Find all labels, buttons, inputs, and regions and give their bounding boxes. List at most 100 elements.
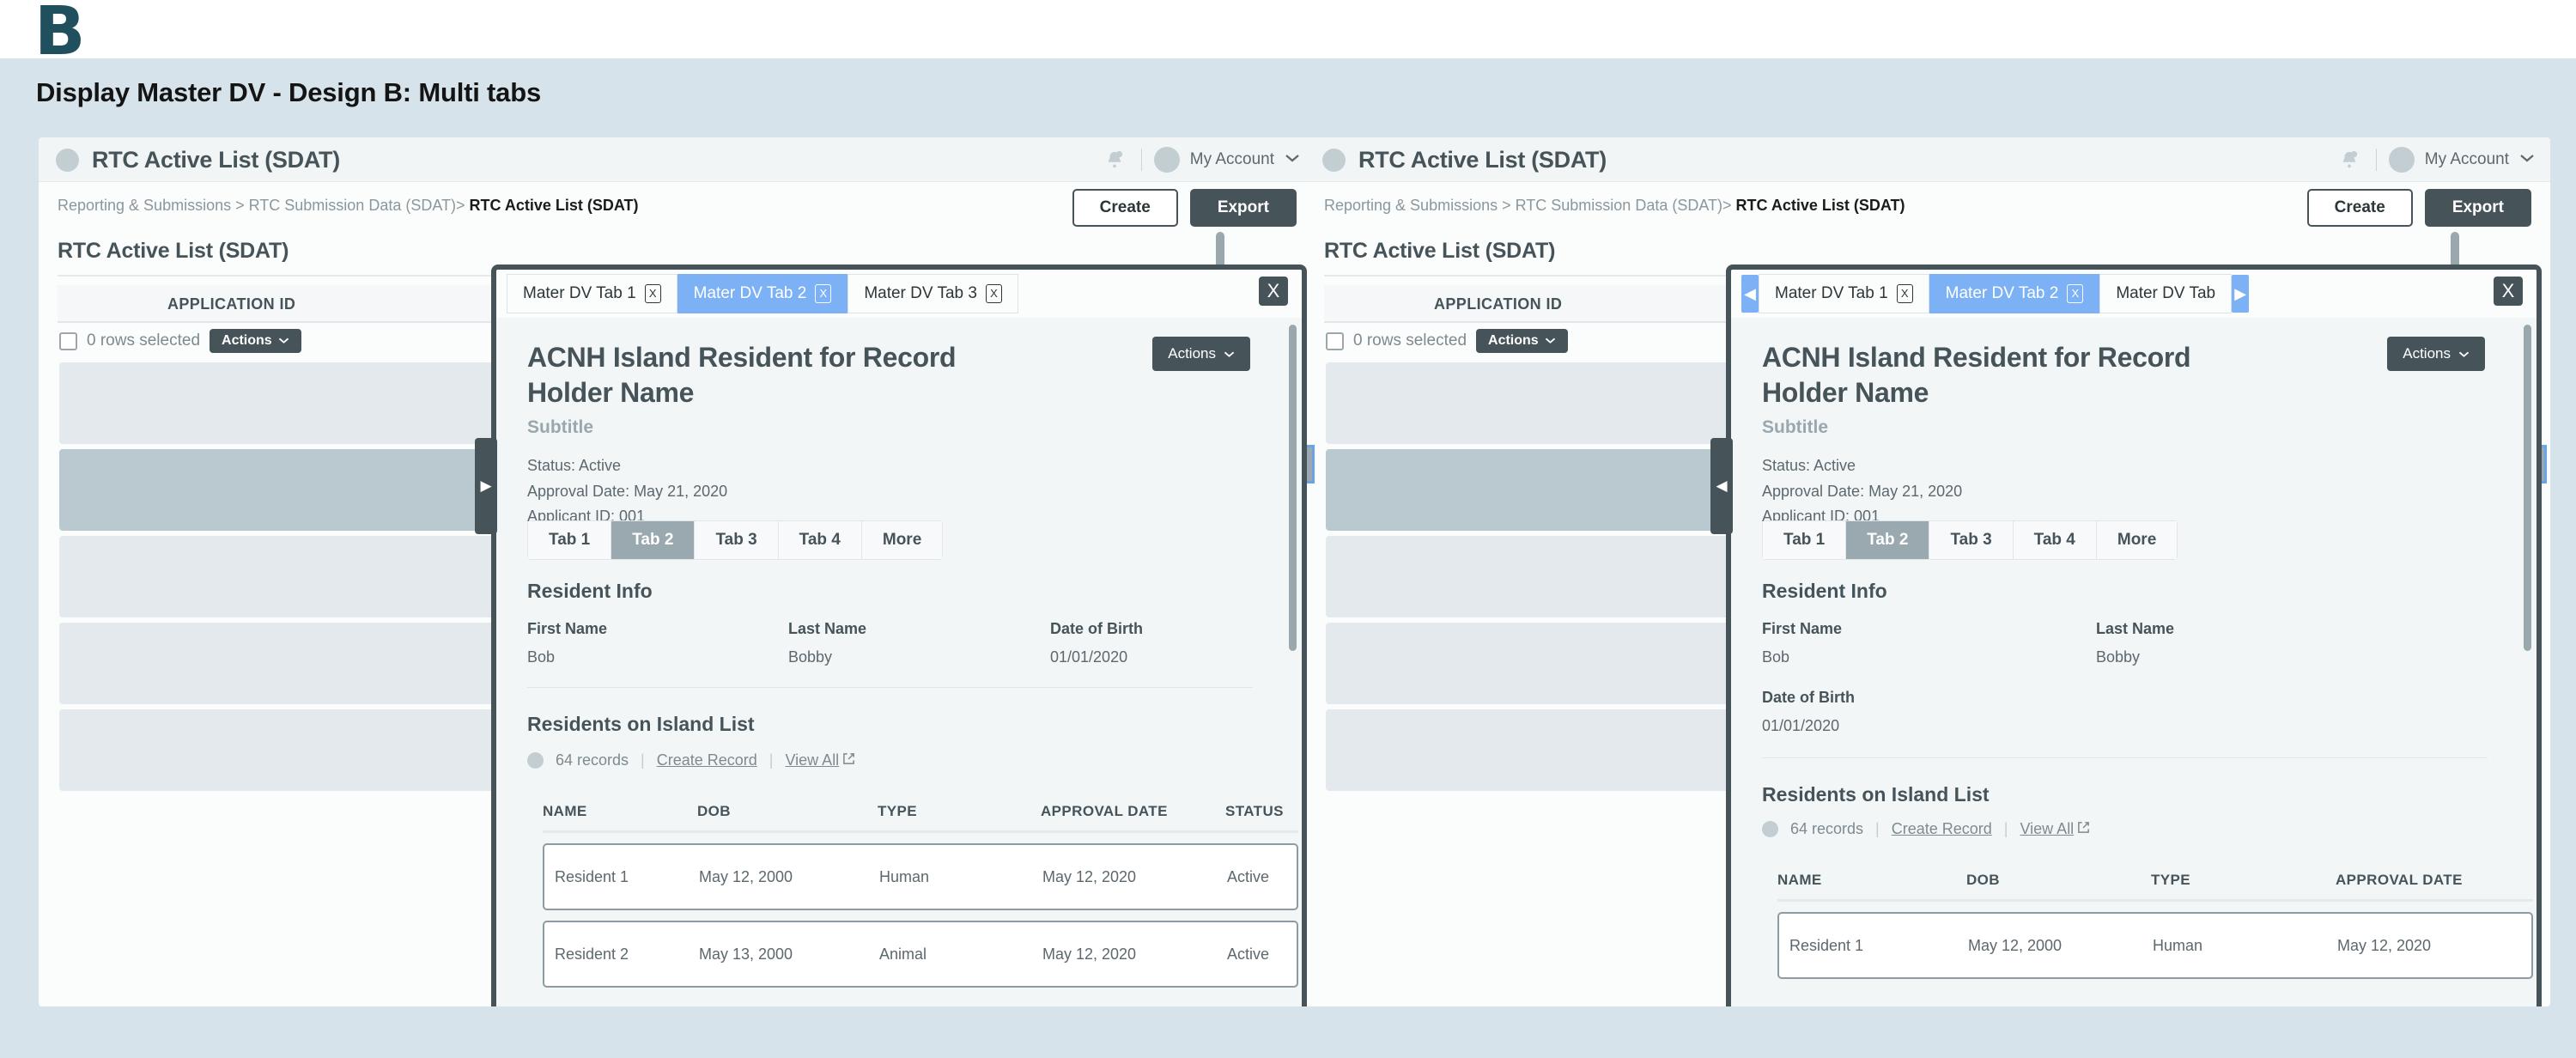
column-header-name[interactable]: NAME — [543, 803, 697, 820]
close-icon[interactable]: X — [2067, 284, 2084, 303]
field-first-name-value: Bob — [1762, 648, 1790, 666]
list-actions-button[interactable]: Actions — [210, 329, 301, 353]
view-all-link[interactable]: View All — [785, 751, 839, 769]
tab-2[interactable]: Tab 2 — [611, 521, 696, 559]
create-button[interactable]: Create — [2306, 189, 2413, 227]
create-button[interactable]: Create — [1072, 189, 1178, 227]
app-window-left: RTC Active List (SDAT) My Account Report… — [39, 137, 1315, 1006]
column-header-approval-date[interactable]: APPROVAL DATE — [2336, 872, 2520, 889]
app-window-right: RTC Active List (SDAT) My Account Report… — [1305, 137, 2550, 1006]
dv-modal-close-button[interactable]: X — [2494, 277, 2523, 306]
tab-more[interactable]: More — [861, 521, 943, 559]
chevron-down-icon[interactable] — [1285, 152, 1300, 167]
close-icon[interactable]: X — [644, 284, 661, 303]
app-logo-icon — [1322, 149, 1346, 172]
external-link-icon[interactable] — [2077, 820, 2090, 838]
separator: | — [2003, 820, 2008, 837]
field-first-name: First Name Bob — [527, 620, 725, 666]
close-icon[interactable]: X — [985, 284, 1002, 303]
export-button[interactable]: Export — [2424, 189, 2531, 227]
record-count-label: 64 records — [556, 751, 629, 769]
tab-scroll-right-button[interactable]: ▶ — [2232, 275, 2250, 313]
tab-1[interactable]: Tab 1 — [1763, 521, 1847, 559]
create-record-link[interactable]: Create Record — [657, 751, 757, 769]
close-icon[interactable]: X — [1896, 284, 1913, 303]
export-button[interactable]: Export — [1189, 189, 1297, 227]
record-actions-button[interactable]: Actions — [1152, 337, 1250, 371]
tab-2[interactable]: Tab 2 — [1846, 521, 1930, 559]
field-last-name-value: Bobby — [788, 648, 833, 666]
breadcrumb-bar: Reporting & Submissions > RTC Submission… — [39, 182, 1315, 232]
list-select-bar: 0 rows selected Actions — [59, 329, 301, 353]
dv-tab-strip: Mater DV Tab 1 X Mater DV Tab 2 X Mater … — [496, 270, 1302, 318]
table-row[interactable]: Resident 2 May 13, 2000 Animal May 12, 2… — [543, 921, 1298, 988]
separator: | — [1875, 820, 1880, 837]
record-actions-label: Actions — [1168, 345, 1216, 362]
dv-tab-1[interactable]: Mater DV Tab 1 X — [507, 274, 677, 313]
dv-tab-2-label: Mater DV Tab 2 — [693, 284, 807, 302]
dv-tab-2[interactable]: Mater DV Tab 2 X — [677, 274, 848, 313]
tab-3[interactable]: Tab 3 — [1929, 521, 2014, 559]
cell-dob: May 12, 2000 — [699, 867, 793, 885]
panel-collapse-handle[interactable]: ▶ — [475, 438, 497, 534]
tab-scroll-left-button[interactable]: ◀ — [1741, 275, 1759, 313]
separator: | — [769, 751, 774, 769]
select-all-checkbox[interactable] — [59, 331, 77, 350]
notification-bell-icon[interactable] — [1100, 145, 1129, 174]
field-first-name-label: First Name — [1762, 620, 1843, 637]
breadcrumb-current: RTC Active List (SDAT) — [1735, 197, 1905, 214]
table-row[interactable]: Resident 1 May 12, 2000 Human May 12, 20… — [543, 843, 1298, 910]
column-header-dob[interactable]: DOB — [1966, 872, 2151, 889]
dv-tab-2[interactable]: Mater DV Tab 2 X — [1929, 274, 2100, 313]
list-select-bar: 0 rows selected Actions — [1326, 329, 1568, 353]
account-menu-label[interactable]: My Account — [1190, 150, 1274, 169]
dv-modal-body: ACNH Island Resident for Record Holder N… — [1731, 318, 2537, 1006]
create-record-link[interactable]: Create Record — [1892, 820, 1992, 838]
view-all-link[interactable]: View All — [2020, 820, 2074, 838]
dv-tab-3[interactable]: Mater DV Tab — [2099, 274, 2233, 313]
breadcrumb-prefix[interactable]: Reporting & Submissions > RTC Submission… — [1324, 197, 1732, 214]
column-header-status[interactable]: STATUS — [1225, 803, 1302, 820]
column-header-application-id[interactable]: APPLICATION ID — [167, 295, 295, 313]
cell-name: Resident 2 — [555, 945, 629, 963]
panel-collapse-handle[interactable]: ◀ — [1710, 438, 1733, 534]
avatar[interactable] — [1153, 147, 1180, 173]
cell-name: Resident 1 — [1789, 936, 1864, 954]
column-header-type[interactable]: TYPE — [878, 803, 1041, 820]
external-link-icon[interactable] — [842, 751, 855, 769]
account-menu-label[interactable]: My Account — [2425, 150, 2509, 169]
table-row[interactable]: Resident 1 May 12, 2000 Human May 12, 20… — [1777, 912, 2533, 979]
design-letter-label: B — [34, 0, 85, 70]
residents-records-bar: 64 records | Create Record | View All — [527, 751, 855, 769]
dv-modal-scrollbar[interactable] — [2524, 325, 2531, 651]
chevron-down-icon[interactable] — [2519, 152, 2535, 167]
cell-type: Animal — [879, 945, 927, 963]
topbar-right-cluster: My Account — [2335, 145, 2535, 174]
column-header-dob[interactable]: DOB — [697, 803, 878, 820]
tab-1[interactable]: Tab 1 — [528, 521, 612, 559]
column-header-type[interactable]: TYPE — [2151, 872, 2336, 889]
record-actions-button[interactable]: Actions — [2387, 337, 2485, 371]
tab-4[interactable]: Tab 4 — [778, 521, 862, 559]
select-all-checkbox[interactable] — [1326, 331, 1344, 350]
tab-more[interactable]: More — [2096, 521, 2178, 559]
column-header-application-id[interactable]: APPLICATION ID — [1434, 295, 1562, 313]
tab-4[interactable]: Tab 4 — [2013, 521, 2097, 559]
dv-tab-strip: ◀ Mater DV Tab 1 X Mater DV Tab 2 X Mate… — [1731, 270, 2537, 318]
avatar[interactable] — [2388, 147, 2415, 173]
dv-tab-1[interactable]: Mater DV Tab 1 X — [1759, 274, 1929, 313]
field-date-of-birth-label: Date of Birth — [1050, 620, 1143, 637]
tab-3[interactable]: Tab 3 — [695, 521, 779, 559]
record-meta-approval-date: Approval Date: May 21, 2020 — [1762, 482, 1963, 500]
field-last-name-label: Last Name — [2096, 620, 2175, 637]
list-actions-button[interactable]: Actions — [1476, 329, 1568, 353]
close-icon[interactable]: X — [815, 284, 832, 303]
field-date-of-birth: Date of Birth 01/01/2020 — [1762, 689, 2063, 735]
notification-bell-icon[interactable] — [2335, 145, 2364, 174]
dv-modal-close-button[interactable]: X — [1259, 277, 1288, 306]
column-header-name[interactable]: NAME — [1777, 872, 1966, 889]
breadcrumb-prefix[interactable]: Reporting & Submissions > RTC Submission… — [58, 197, 465, 214]
dv-modal-scrollbar[interactable] — [1289, 325, 1297, 651]
dv-tab-3[interactable]: Mater DV Tab 3 X — [848, 274, 1018, 313]
column-header-approval-date[interactable]: APPROVAL DATE — [1041, 803, 1225, 820]
